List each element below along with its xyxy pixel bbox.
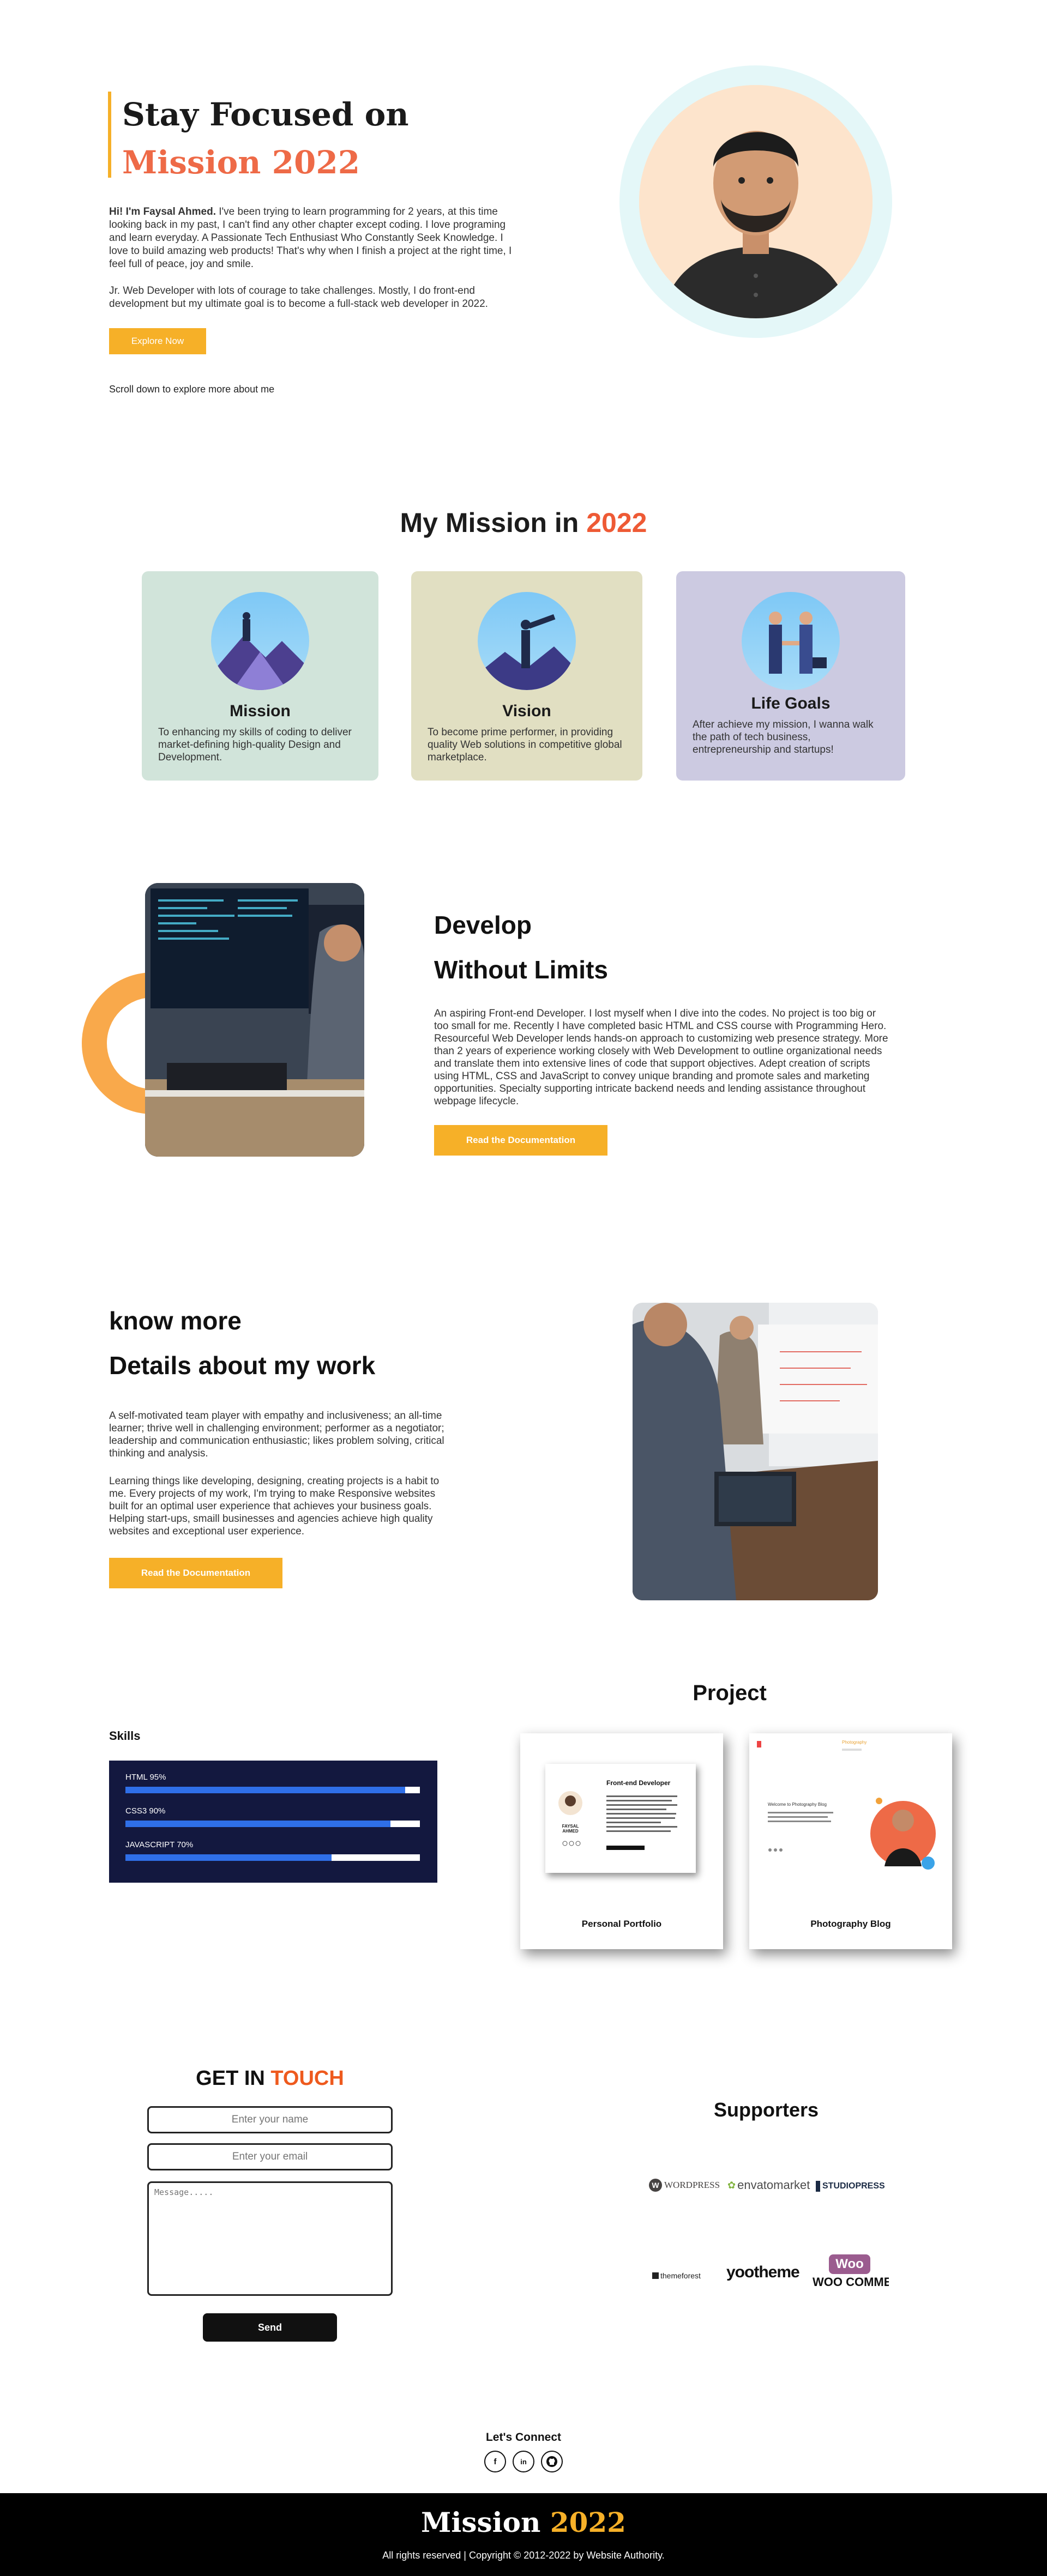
skills-title: Skills: [109, 1729, 141, 1743]
footer-brand: Mission 2022: [0, 2506, 1047, 2538]
vision-card-title: Vision: [502, 702, 551, 720]
github-icon[interactable]: [541, 2451, 563, 2472]
mountain-hiker-illustration: [211, 592, 309, 690]
contact-title-accent: TOUCH: [270, 2067, 344, 2090]
wordpress-icon: W: [649, 2179, 662, 2192]
mission-card-text: To enhancing my skills of coding to deli…: [158, 727, 352, 763]
site-footer: Mission 2022 All rights reserved | Copyr…: [0, 2493, 1047, 2576]
hero-title-line1: Stay Focused on: [122, 96, 409, 133]
thumbnail-name: FAYSAL AHMED: [562, 1824, 579, 1834]
thumbnail-heading: Welcome to Photography Blog: [768, 1802, 827, 1807]
envato-leaf-icon: ✿: [727, 2179, 736, 2191]
wordpress-name: WORDPRESS: [664, 2180, 720, 2190]
developer-at-desk-photo: [145, 883, 364, 1157]
name-input[interactable]: [147, 2106, 393, 2133]
profile-photo: [639, 85, 872, 318]
skills-panel: HTML 95% CSS3 90% JAVASCRIPT 70%: [109, 1761, 437, 1883]
handshake-illustration: [742, 592, 840, 690]
vision-card-text: To become prime performer, in providing …: [428, 727, 622, 763]
knowmore-read-docs-button[interactable]: Read the Documentation: [109, 1558, 282, 1588]
studiopress-name: STUDIOPRESS: [822, 2181, 885, 2191]
scroll-hint: Scroll down to explore more about me: [109, 384, 275, 395]
skill-bar-fill: [125, 1821, 390, 1827]
mission-section-title: My Mission in 2022: [0, 507, 1047, 539]
hero-intro-2: Jr. Web Developer with lots of courage t…: [109, 285, 488, 310]
mission-card: Mission To enhancing my skills of coding…: [142, 571, 378, 781]
facebook-icon[interactable]: f: [484, 2451, 506, 2472]
project-card-personal-portfolio[interactable]: Front-end Developer FAYSAL AHMED Persona…: [520, 1733, 723, 1949]
woocommerce-name: WOO COMMERCE: [813, 2275, 889, 2289]
skill-bar-fill: [125, 1787, 405, 1793]
team-meeting-photo: [633, 1303, 878, 1600]
develop-heading: Develop: [434, 911, 532, 939]
skill-label: CSS3 90%: [125, 1806, 166, 1816]
themeforest-icon: [652, 2272, 659, 2279]
contact-title: GET IN TOUCH: [147, 2067, 393, 2090]
thumbnail-brand: Photography: [842, 1740, 867, 1745]
social-links: f in: [484, 2451, 563, 2472]
skill-bar: [125, 1787, 420, 1793]
skill-bar: [125, 1821, 420, 1827]
supporters-title: Supporters: [713, 2099, 819, 2121]
studiopress-logo: STUDIOPRESS: [816, 2178, 887, 2194]
hero-intro: Hi! I'm Faysal Ahmed. I've been trying t…: [109, 205, 513, 271]
envato-logo: ✿ envatomarket: [727, 2177, 810, 2193]
connect-title: Let's Connect: [485, 2431, 561, 2444]
message-textarea[interactable]: [147, 2181, 393, 2296]
footer-brand-pre: Mission: [421, 2506, 550, 2538]
project-thumbnail: Photography Welcome to Photography Blog: [755, 1739, 947, 1886]
develop-text: An aspiring Front-end Developer. I lost …: [434, 1008, 888, 1107]
thumbnail-heading: Front-end Developer: [606, 1779, 671, 1787]
develop-read-docs-button[interactable]: Read the Documentation: [434, 1125, 607, 1156]
knowmore-heading: know more: [109, 1307, 242, 1335]
project-label[interactable]: Photography Blog: [749, 1919, 952, 1930]
knowmore-p2: Learning things like developing, designi…: [109, 1476, 440, 1537]
skill-label: HTML 95%: [125, 1773, 166, 1782]
projects-title: Project: [693, 1681, 767, 1705]
life-goals-card: Life Goals After achieve my mission, I w…: [676, 571, 905, 781]
yootheme-name: yootheme: [726, 2263, 800, 2281]
project-thumbnail: Front-end Developer FAYSAL AHMED: [545, 1764, 696, 1873]
skill-bar-fill: [125, 1854, 332, 1861]
hero-title-line2: Mission 2022: [122, 144, 360, 181]
themeforest-name: themeforest: [660, 2271, 701, 2280]
vision-card: Vision To become prime performer, in pro…: [411, 571, 642, 781]
hero-accent-bar: [108, 92, 111, 178]
project-label[interactable]: Personal Portfolio: [520, 1919, 723, 1930]
project-card-photography-blog[interactable]: Photography Welcome to Photography Blog …: [749, 1733, 952, 1949]
mission-title-pre: My Mission in: [400, 507, 587, 538]
footer-copyright: All rights reserved | Copyright © 2012-2…: [382, 2550, 665, 2561]
knowmore-p1: A self-motivated team player with empath…: [109, 1410, 444, 1459]
life-goals-card-title: Life Goals: [751, 694, 831, 712]
footer-brand-accent: 2022: [550, 2506, 626, 2538]
email-input[interactable]: [147, 2143, 393, 2170]
send-button[interactable]: Send: [203, 2313, 337, 2342]
skill-bar: [125, 1854, 420, 1861]
explore-now-button[interactable]: Explore Now: [109, 328, 206, 354]
wordpress-logo: W WORDPRESS: [649, 2177, 725, 2193]
mission-title-accent: 2022: [586, 507, 647, 538]
yootheme-logo: yootheme: [726, 2263, 803, 2285]
develop-subheading: Without Limits: [434, 956, 608, 984]
linkedin-icon[interactable]: in: [513, 2451, 534, 2472]
telescope-illustration: [478, 592, 576, 690]
hero-intro-name: Hi! I'm Faysal Ahmed.: [109, 206, 216, 217]
woocommerce-badge: Woo: [829, 2254, 870, 2274]
envato-name: envatomarket: [737, 2178, 810, 2192]
hero-title: Stay Focused on Mission 2022: [122, 90, 408, 186]
knowmore-subheading: Details about my work: [109, 1351, 376, 1380]
woocommerce-logo: Woo WOO COMMERCE: [813, 2254, 889, 2296]
studiopress-icon: [816, 2181, 820, 2192]
contact-title-pre: GET IN: [196, 2067, 271, 2090]
mission-card-title: Mission: [230, 702, 291, 720]
life-goals-card-text: After achieve my mission, I wanna walk t…: [693, 719, 874, 755]
skill-label: JAVASCRIPT 70%: [125, 1840, 194, 1849]
themeforest-logo: themeforest: [652, 2267, 712, 2284]
